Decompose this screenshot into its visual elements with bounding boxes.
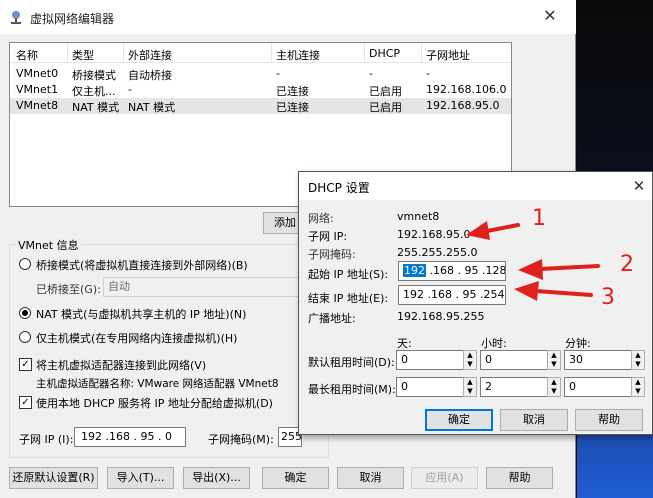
- annotation-arrow-2: [518, 259, 600, 280]
- annotation-number-3: 3: [601, 285, 615, 310]
- annotation-number-2: 2: [620, 252, 634, 277]
- annotation-arrow-3: [514, 281, 593, 301]
- annotation-arrow-1: [466, 221, 520, 240]
- annotation-number-1: 1: [532, 206, 546, 231]
- annotation-overlay: [466, 221, 600, 301]
